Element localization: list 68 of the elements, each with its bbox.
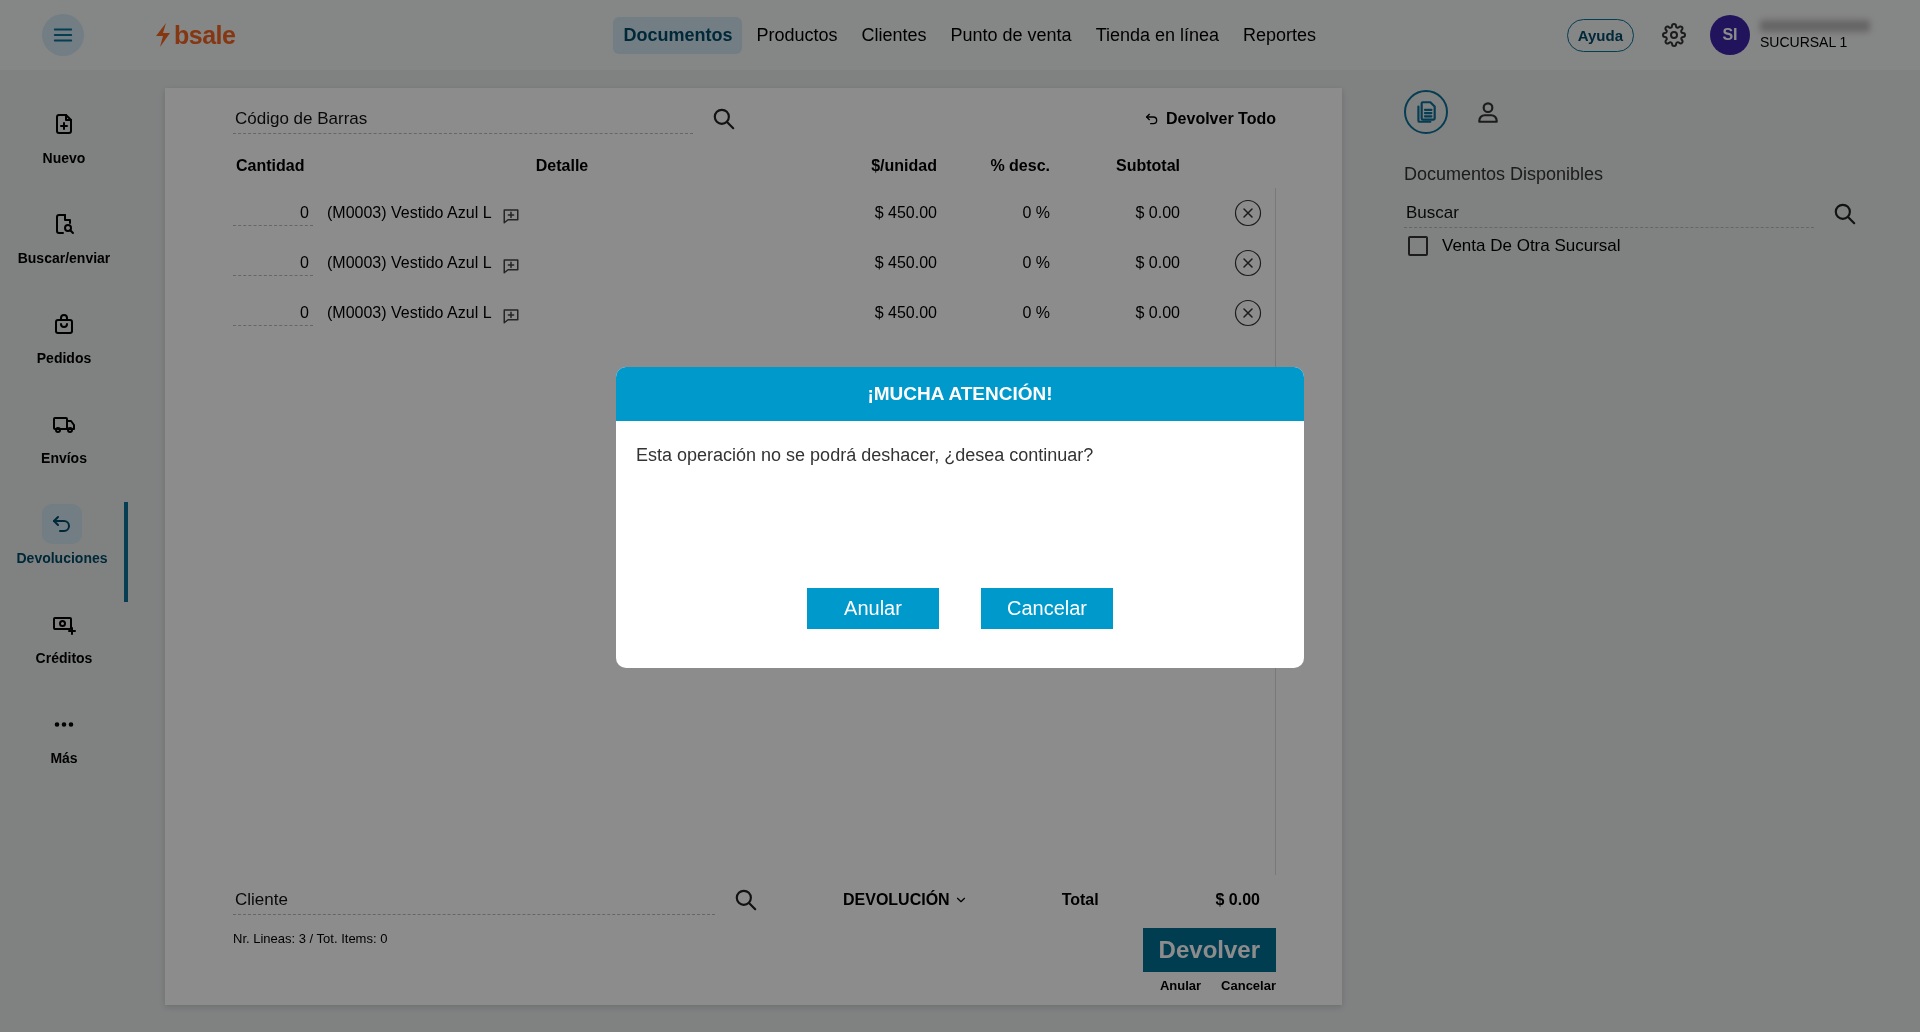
nav-link[interactable]: Tienda en línea	[1085, 16, 1230, 54]
table-cell: (M0003) Vestido Azul L	[327, 204, 492, 222]
search-field[interactable]: Buscar	[1404, 199, 1814, 228]
close-icon[interactable]	[1234, 249, 1262, 277]
column-header: $/unidad	[870, 157, 937, 175]
sidebar-item[interactable]: Créditos	[0, 602, 128, 702]
quantity-field[interactable]: 0	[233, 200, 313, 226]
search-icon[interactable]	[711, 106, 737, 132]
customer-field[interactable]: Cliente	[233, 885, 715, 915]
table-cell-text: $ 450.00	[873, 254, 937, 272]
document-type-dropdown[interactable]: DEVOLUCIÓN	[843, 891, 968, 909]
table-cell: (M0003) Vestido Azul L	[327, 304, 492, 322]
dialog-button[interactable]: Cancelar	[981, 588, 1113, 629]
close-icon[interactable]	[1234, 299, 1262, 327]
column-header: % desc.	[989, 157, 1050, 175]
table-cell-text: 0 %	[1021, 204, 1050, 222]
line-summary: Nr. Lineas: 3 / Tot. Items: 0	[233, 931, 388, 946]
checkbox[interactable]	[1408, 236, 1428, 256]
total-value: $ 0.00	[1215, 891, 1260, 909]
settings-icon[interactable]	[1662, 23, 1686, 47]
branch-label: SUCURSAL 1	[1760, 34, 1849, 50]
bolt-logo-icon	[154, 22, 172, 48]
sidebar-item[interactable]: Pedidos	[0, 302, 128, 402]
table-cell-text: $ 450.00	[873, 204, 937, 222]
quantity-field[interactable]: 0	[233, 300, 313, 326]
sidebar-item[interactable]: Devoluciones	[0, 502, 128, 602]
return-button[interactable]: Devolver	[1142, 928, 1276, 972]
nav-link[interactable]: Clientes	[851, 16, 937, 54]
table-cell: (M0003) Vestido Azul L	[327, 254, 492, 272]
footer-link[interactable]: Cancelar	[1221, 978, 1276, 993]
bag-icon	[52, 312, 76, 336]
nav-link[interactable]: Punto de venta	[940, 16, 1082, 54]
total-label: Total	[1061, 891, 1099, 909]
table-cell-text: 0 %	[1021, 254, 1050, 272]
column-header: Subtotal	[1115, 157, 1180, 175]
comment-plus-icon[interactable]	[501, 207, 520, 225]
footer-link[interactable]: Anular	[1159, 978, 1202, 993]
table-cell-text: 0 %	[1021, 304, 1050, 322]
menu-button[interactable]	[42, 14, 84, 56]
column-header: Detalle	[534, 157, 590, 175]
table-cell-text: $ 450.00	[873, 304, 937, 322]
checkbox-label: Venta De Otra Sucursal	[1442, 236, 1621, 256]
table-cell-text: $ 0.00	[1134, 254, 1180, 272]
person-icon	[1475, 99, 1501, 125]
column-header: Cantidad	[235, 157, 306, 175]
panel-heading: Documentos Disponibles	[1404, 164, 1605, 185]
sidebar-item[interactable]: Más	[0, 702, 128, 802]
dialog-message: Esta operación no se podrá deshacer, ¿desea continuar?	[636, 445, 1095, 466]
barcode-field[interactable]: Código de Barras	[233, 104, 693, 134]
more-icon	[54, 721, 74, 727]
close-icon[interactable]	[1234, 199, 1262, 227]
dialog-button[interactable]: Anular	[807, 588, 939, 629]
panel-tab[interactable]	[1404, 90, 1448, 134]
comment-plus-icon[interactable]	[501, 257, 520, 275]
quantity-field[interactable]: 0	[233, 250, 313, 276]
return-all-button[interactable]: Devolver Todo	[1144, 110, 1276, 128]
nav-link[interactable]: Productos	[746, 16, 848, 54]
sidebar-item[interactable]: Envíos	[0, 402, 128, 502]
sidebar-item[interactable]: Buscar/enviar	[0, 202, 128, 302]
user-avatar[interactable]: SI	[1710, 15, 1750, 55]
comment-plus-icon[interactable]	[501, 307, 520, 325]
dialog-title: ¡MUCHA ATENCIÓN!	[616, 367, 1304, 421]
search-icon[interactable]	[733, 887, 759, 913]
table-cell-text: $ 0.00	[1134, 204, 1180, 222]
table-cell-text: $ 0.00	[1134, 304, 1180, 322]
nav-link[interactable]: Reportes	[1233, 16, 1327, 54]
sidebar-item[interactable]: Nuevo	[0, 102, 128, 202]
nav-link[interactable]: Documentos	[613, 16, 743, 54]
